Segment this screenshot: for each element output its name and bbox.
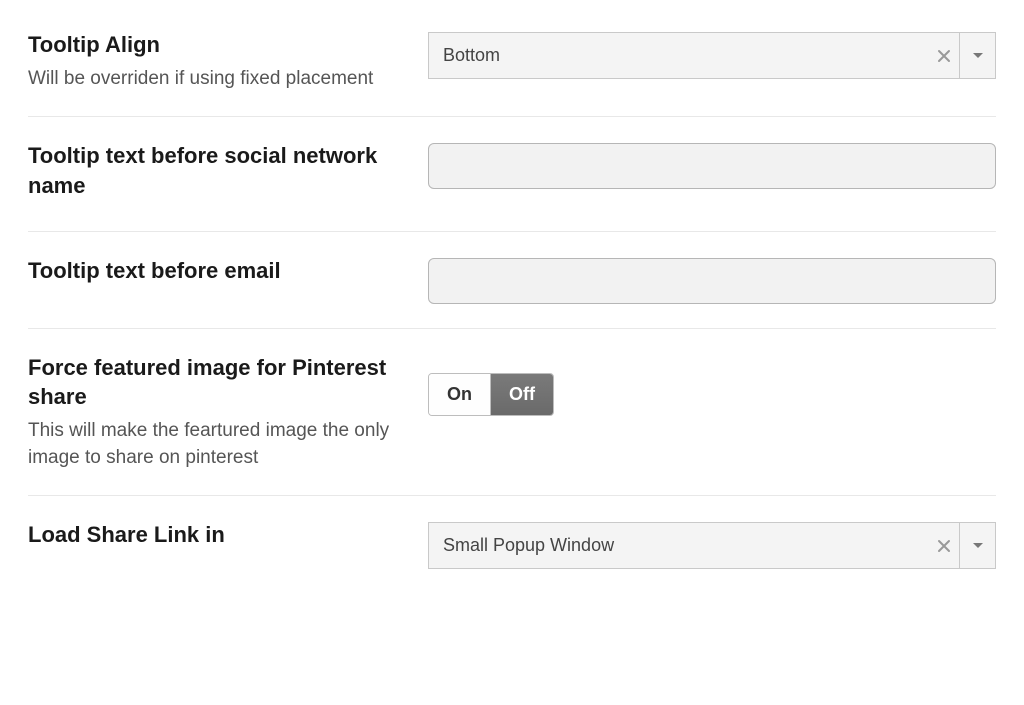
clear-icon[interactable]: [929, 523, 959, 568]
setting-title-load-share: Load Share Link in: [28, 520, 398, 550]
row-tooltip-align: Tooltip Align Will be overriden if using…: [28, 20, 996, 117]
load-share-select[interactable]: Small Popup Window: [428, 522, 996, 569]
setting-title-pinterest-force: Force featured image for Pinterest share: [28, 353, 398, 412]
setting-title-tooltip-align: Tooltip Align: [28, 30, 398, 60]
setting-desc-tooltip-align: Will be overriden if using fixed placeme…: [28, 66, 398, 93]
tooltip-before-social-input[interactable]: [428, 143, 996, 189]
label-col: Force featured image for Pinterest share…: [28, 353, 428, 472]
chevron-down-icon[interactable]: [959, 33, 995, 78]
row-tooltip-before-social: Tooltip text before social network name: [28, 117, 996, 231]
control-col: [428, 141, 996, 189]
settings-panel: Tooltip Align Will be overriden if using…: [0, 0, 1024, 633]
tooltip-before-email-input[interactable]: [428, 258, 996, 304]
pinterest-force-toggle: On Off: [428, 373, 554, 416]
control-col: On Off: [428, 353, 996, 416]
select-value[interactable]: Small Popup Window: [429, 523, 929, 568]
clear-icon[interactable]: [929, 33, 959, 78]
select-value[interactable]: Bottom: [429, 33, 929, 78]
row-pinterest-force: Force featured image for Pinterest share…: [28, 329, 996, 497]
control-col: [428, 256, 996, 304]
setting-title-tooltip-before-email: Tooltip text before email: [28, 256, 398, 286]
control-col: Small Popup Window: [428, 520, 996, 569]
toggle-on-button[interactable]: On: [429, 374, 490, 415]
chevron-down-icon[interactable]: [959, 523, 995, 568]
label-col: Tooltip text before social network name: [28, 141, 428, 206]
label-col: Tooltip text before email: [28, 256, 428, 292]
toggle-off-button[interactable]: Off: [490, 374, 553, 415]
setting-title-tooltip-before-social: Tooltip text before social network name: [28, 141, 398, 200]
tooltip-align-select[interactable]: Bottom: [428, 32, 996, 79]
label-col: Load Share Link in: [28, 520, 428, 556]
row-tooltip-before-email: Tooltip text before email: [28, 232, 996, 329]
label-col: Tooltip Align Will be overriden if using…: [28, 30, 428, 92]
setting-desc-pinterest-force: This will make the feartured image the o…: [28, 418, 398, 471]
row-load-share: Load Share Link in Small Popup Window: [28, 496, 996, 593]
control-col: Bottom: [428, 30, 996, 79]
